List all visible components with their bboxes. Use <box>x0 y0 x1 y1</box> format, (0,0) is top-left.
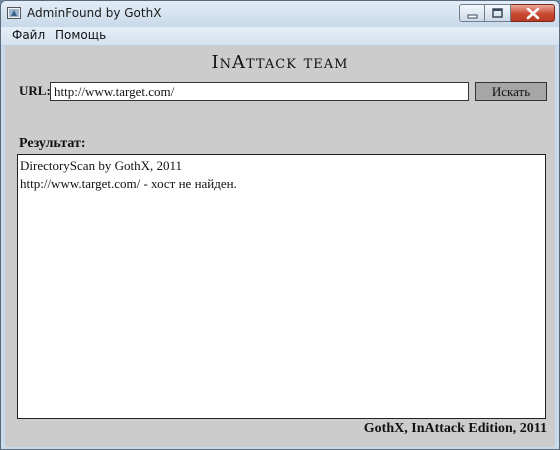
url-input[interactable] <box>50 82 469 101</box>
menu-bar: Файл Помощь <box>1 27 559 46</box>
result-line: DirectoryScan by GothX, 2011 <box>20 158 182 173</box>
app-window: AdminFound by GothX Файл Помощь InAttack… <box>0 0 560 450</box>
team-title: InAttack team <box>211 52 349 73</box>
maximize-button[interactable] <box>485 4 511 22</box>
close-button[interactable] <box>511 4 555 22</box>
window-title: AdminFound by GothX <box>27 6 162 20</box>
minimize-button[interactable] <box>459 4 485 22</box>
search-button[interactable]: Искать <box>475 82 547 101</box>
result-label: Результат: <box>19 136 86 151</box>
result-output[interactable]: DirectoryScan by GothX, 2011 http://www.… <box>17 154 546 419</box>
app-icon[interactable] <box>6 5 22 21</box>
main-panel: InAttack team URL: Искать Результат: Dir… <box>5 46 555 447</box>
menu-file[interactable]: Файл <box>10 28 47 42</box>
title-bar[interactable]: AdminFound by GothX <box>1 1 559 27</box>
footer-credits: GothX, InAttack Edition, 2011 <box>363 421 547 436</box>
result-line: http://www.target.com/ - хост не найден. <box>20 176 237 191</box>
menu-help[interactable]: Помощь <box>53 28 108 42</box>
url-label: URL: <box>19 83 51 98</box>
